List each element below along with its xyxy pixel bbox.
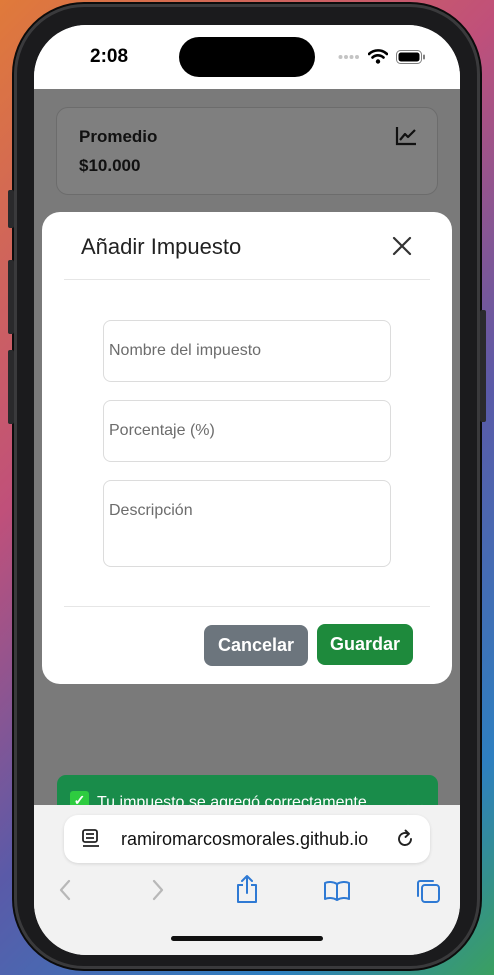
address-bar[interactable]: ramiromarcosmorales.github.io: [64, 815, 430, 863]
tabs-icon[interactable]: [415, 878, 441, 904]
status-icons: [338, 49, 426, 64]
cancel-button[interactable]: Cancelar: [204, 625, 308, 666]
bookmarks-icon[interactable]: [323, 880, 351, 902]
reload-icon[interactable]: [394, 828, 416, 850]
safari-toolbar: ramiromarcosmorales.github.io: [34, 805, 460, 955]
chevron-right-icon[interactable]: [151, 878, 165, 902]
status-time: 2:08: [90, 46, 129, 67]
modal-footer-divider: [64, 606, 430, 607]
power-button: [480, 310, 486, 422]
volume-down-button: [8, 350, 14, 424]
signal-icon: [338, 54, 359, 59]
battery-icon: [396, 49, 425, 64]
save-button[interactable]: Guardar: [317, 624, 413, 665]
action-button: [8, 190, 14, 228]
status-bar: 2:08: [34, 25, 460, 89]
dynamic-island: [179, 37, 315, 77]
site-info-icon[interactable]: [81, 828, 101, 850]
tax-percentage-input[interactable]: [103, 400, 391, 462]
wifi-icon: [368, 49, 388, 64]
phone-screen: 2:08 Promedio $10.000: [34, 25, 460, 955]
home-indicator: [171, 936, 323, 941]
tax-description-input[interactable]: [103, 480, 391, 567]
url-text[interactable]: ramiromarcosmorales.github.io: [121, 829, 368, 850]
volume-up-button: [8, 260, 14, 334]
modal-header-divider: [64, 279, 430, 280]
add-tax-modal: Añadir Impuesto Cancelar Guardar: [42, 212, 452, 684]
tax-name-input[interactable]: [103, 320, 391, 382]
chevron-left-icon[interactable]: [58, 878, 72, 902]
page-content: Promedio $10.000 Añadir Impuesto Cancela…: [34, 89, 460, 852]
modal-title: Añadir Impuesto: [81, 234, 242, 259]
share-icon[interactable]: [234, 874, 260, 904]
close-icon[interactable]: [390, 234, 414, 258]
